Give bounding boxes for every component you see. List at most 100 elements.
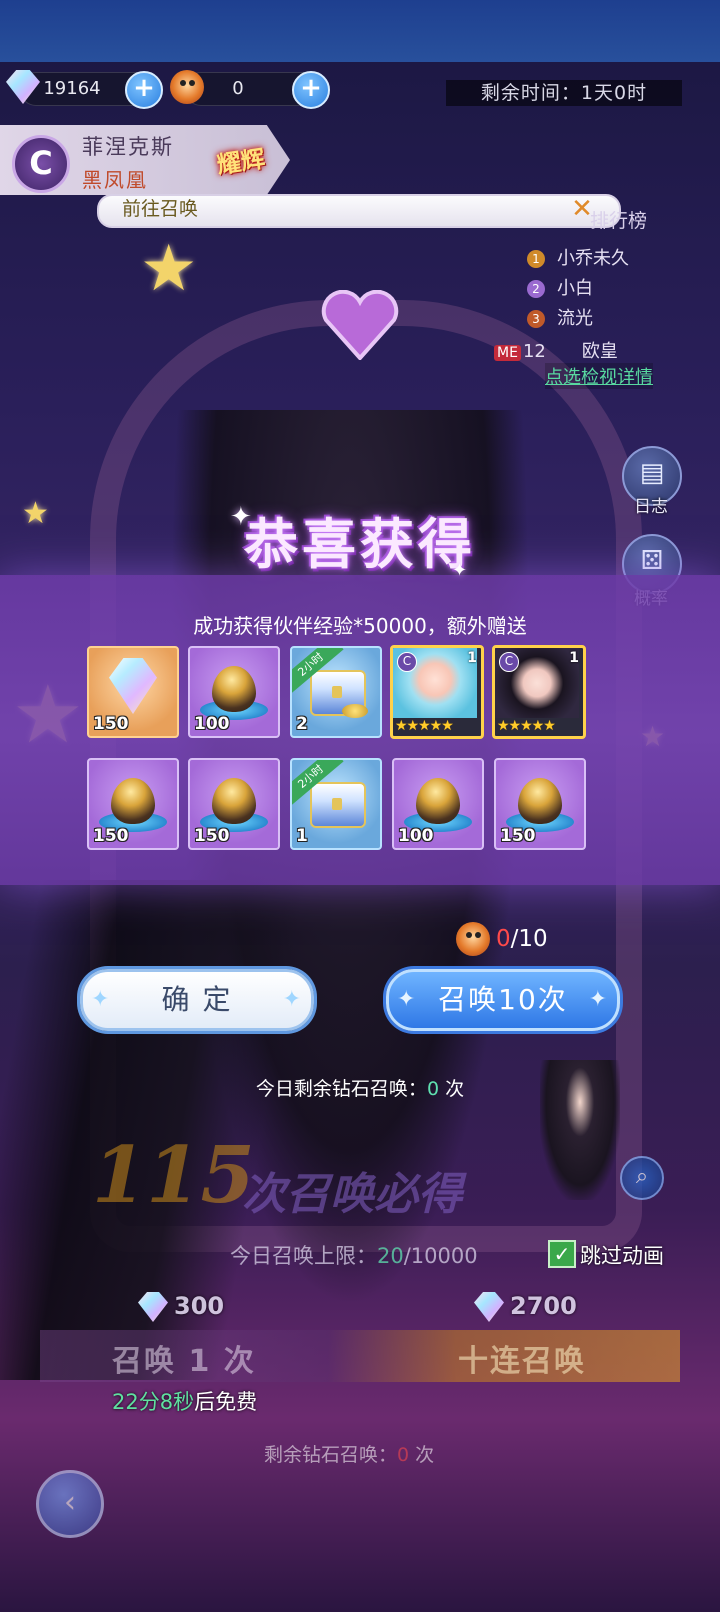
reward-item-egg[interactable]: 150 bbox=[494, 758, 586, 850]
progress-current: 0 bbox=[496, 926, 511, 952]
item-quantity: 150 bbox=[194, 826, 230, 846]
egg-icon bbox=[416, 778, 460, 824]
skip-animation-label[interactable]: 跳过动画 bbox=[580, 1240, 664, 1270]
skip-animation-checkbox[interactable]: ✓ bbox=[548, 1240, 576, 1268]
pity-text: 次召唤必得 bbox=[242, 1169, 462, 1220]
reward-item-character[interactable]: C 1 ★★★★★ bbox=[492, 645, 586, 739]
item-quantity: 150 bbox=[93, 826, 129, 846]
remaining-label: 剩余钻石召唤： bbox=[264, 1444, 398, 1466]
reward-item-chest[interactable]: 2小时 2 bbox=[290, 646, 382, 738]
leaderboard-row: 2 小白 bbox=[527, 274, 593, 300]
rank-medal-icon: 2 bbox=[527, 280, 545, 298]
my-rank: 12 bbox=[522, 341, 546, 362]
summon-once-button[interactable]: 召唤 1 次 bbox=[112, 1336, 256, 1380]
log-icon: ▤ bbox=[639, 458, 665, 488]
add-gems-button[interactable]: + bbox=[125, 71, 163, 109]
summon-ticket-icon bbox=[170, 70, 204, 104]
item-quantity: 150 bbox=[500, 826, 536, 846]
reward-item-egg[interactable]: 150 bbox=[87, 758, 179, 850]
me-tag: ME bbox=[494, 345, 521, 361]
leaderboard-row: 1 小乔未久 bbox=[527, 244, 629, 270]
remaining-diamond-summons: 剩余钻石召唤：0 次 bbox=[264, 1440, 434, 1467]
daily-limit: 今日召唤上限：20/10000 bbox=[230, 1240, 478, 1270]
item-quantity: 100 bbox=[398, 826, 434, 846]
reward-item-egg[interactable]: 100 bbox=[188, 646, 280, 738]
reward-item-crystal[interactable]: 150 bbox=[87, 646, 179, 738]
item-quantity: 150 bbox=[93, 714, 129, 734]
leaderboard-title[interactable]: 排行榜 bbox=[590, 206, 647, 233]
sparkle-icon: ✦ bbox=[588, 987, 609, 1012]
rank-medal-icon: 3 bbox=[527, 310, 545, 328]
remaining-suffix: 次 bbox=[409, 1444, 435, 1466]
gem-balance: 19164 + bbox=[20, 71, 163, 109]
egg-icon bbox=[212, 666, 256, 712]
rarity-badge: 耀辉 bbox=[215, 144, 267, 180]
character-name: 菲涅克斯 bbox=[82, 135, 174, 159]
summon-progress: 0/10 bbox=[496, 926, 548, 952]
daily-limit-total: /10000 bbox=[403, 1244, 478, 1268]
leaderboard-detail-link[interactable]: 点选检视详情 bbox=[545, 363, 653, 389]
today-remaining-label: 今日剩余钻石召唤： bbox=[255, 1078, 427, 1100]
back-button[interactable]: ‹ bbox=[36, 1470, 104, 1538]
free-summon-timer: 22分8秒后免费 bbox=[112, 1386, 257, 1416]
ticket-balance: 0 + bbox=[185, 71, 330, 109]
leaderboard-name: 小白 bbox=[557, 278, 593, 299]
confirm-label: 确 定 bbox=[161, 983, 233, 1016]
my-rank-row: ME 12 欧皇 bbox=[494, 337, 618, 363]
free-suffix: 后免费 bbox=[194, 1390, 258, 1414]
element-icon: C bbox=[499, 652, 519, 672]
notice-text[interactable]: 前往召唤 bbox=[122, 196, 198, 222]
reward-item-egg[interactable]: 150 bbox=[188, 758, 280, 850]
pity-count: 115 bbox=[92, 1130, 255, 1221]
star-rating: ★★★★★ bbox=[395, 718, 454, 734]
daily-limit-label: 今日召唤上限： bbox=[230, 1244, 377, 1268]
zoom-button[interactable]: ⌕ bbox=[620, 1156, 664, 1200]
today-remaining-summons: 今日剩余钻石召唤：0 次 bbox=[0, 1074, 720, 1101]
add-tickets-button[interactable]: + bbox=[292, 71, 330, 109]
summon-ten-label: 召唤10次 bbox=[438, 983, 568, 1016]
sparkle-icon: ✦ bbox=[91, 987, 112, 1012]
summon-ten-button[interactable]: 十连召唤 bbox=[458, 1336, 586, 1380]
sparkle-icon: ✦ bbox=[397, 987, 418, 1012]
today-remaining-value: 0 bbox=[426, 1078, 440, 1100]
star-icon: ★ bbox=[140, 232, 198, 306]
popup-description: 成功获得伙伴经验*50000，额外赠送 bbox=[193, 614, 527, 638]
status-bar bbox=[0, 0, 720, 62]
element-icon: C bbox=[12, 135, 70, 193]
sparkle-icon: ✦ bbox=[230, 502, 252, 532]
item-quantity: 100 bbox=[194, 714, 230, 734]
element-icon: C bbox=[397, 652, 417, 672]
my-name: 欧皇 bbox=[581, 341, 618, 362]
reward-item-chest[interactable]: 2小时 1 bbox=[290, 758, 382, 850]
star-rating: ★★★★★ bbox=[497, 718, 556, 734]
summon-ten-again-button[interactable]: ✦ 召唤10次 ✦ bbox=[386, 969, 620, 1031]
heart-ornament-icon bbox=[321, 290, 399, 360]
event-timer: 剩余时间：1天0时 bbox=[446, 80, 682, 106]
crystal-icon bbox=[109, 658, 157, 714]
ten-cost: 2700 bbox=[510, 1292, 577, 1320]
reward-item-egg[interactable]: 100 bbox=[392, 758, 484, 850]
leaderboard-name: 流光 bbox=[557, 308, 593, 329]
sparkle-icon: ✦ bbox=[282, 987, 303, 1012]
egg-icon bbox=[212, 778, 256, 824]
egg-icon bbox=[111, 778, 155, 824]
daily-limit-value: 20 bbox=[377, 1244, 404, 1268]
remaining-value: 0 bbox=[397, 1444, 410, 1466]
confirm-button[interactable]: ✦ 确 定 ✦ bbox=[80, 969, 314, 1031]
character-title: 黑凤凰 bbox=[82, 168, 148, 192]
egg-icon bbox=[518, 778, 562, 824]
reward-item-character[interactable]: C 1 ★★★★★ bbox=[390, 645, 484, 739]
popup-title: 恭喜获得 bbox=[244, 513, 476, 576]
rank-medal-icon: 1 bbox=[527, 250, 545, 268]
coins-icon bbox=[342, 704, 368, 718]
free-time: 22分8秒 bbox=[112, 1390, 195, 1414]
item-quantity: 1 bbox=[296, 826, 308, 846]
item-quantity: 2 bbox=[296, 714, 308, 734]
summon-ticket-icon bbox=[456, 922, 490, 956]
leaderboard-row: 3 流光 bbox=[527, 304, 593, 330]
single-cost: 300 bbox=[174, 1292, 225, 1320]
item-quantity: 1 bbox=[569, 650, 579, 666]
chest-icon bbox=[310, 782, 366, 828]
progress-total: /10 bbox=[510, 926, 548, 952]
sparkle-icon: ✦ bbox=[452, 560, 468, 581]
